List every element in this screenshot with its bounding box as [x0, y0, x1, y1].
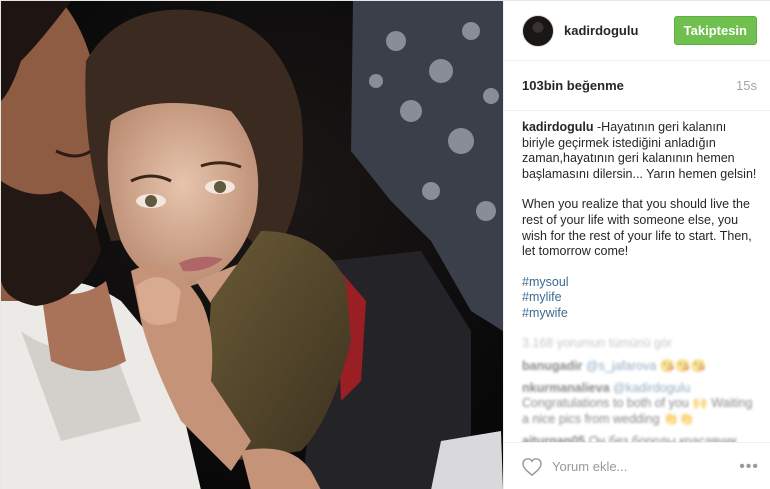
add-comment-input[interactable]: Yorum ekle...: [552, 459, 739, 474]
caption-username[interactable]: kadirdogulu: [522, 120, 594, 134]
comment-item: nkurmanalieva @kadirdogulu Congratulatio…: [522, 381, 757, 428]
comments-section: kadirdogulu -Hayatının geri kalanını bir…: [504, 111, 770, 442]
likes-row: 103bin beğenme 15s: [504, 61, 770, 111]
comment-text: Он без бороды красавчик: [588, 433, 737, 443]
post-username[interactable]: kadirdogulu: [564, 23, 674, 38]
user-avatar[interactable]: [522, 14, 554, 47]
post-age[interactable]: 15s: [736, 78, 757, 93]
load-more-comments[interactable]: 3.168 yorumun tümünü gör: [522, 336, 757, 352]
hashtag-link[interactable]: #mywife: [522, 306, 757, 322]
caption-english: When you realize that you should live th…: [522, 197, 752, 259]
comment-text: 😘😘😘: [659, 359, 707, 374]
blurred-comments: 3.168 yorumun tümünü gör banugadir @s_ja…: [522, 336, 757, 442]
post-sidebar: kadirdogulu Takiptesin 103bin beğenme 15…: [503, 1, 770, 489]
more-options-icon[interactable]: •••: [739, 458, 759, 476]
comment-username[interactable]: aiturgan05: [522, 434, 585, 443]
caption: kadirdogulu -Hayatının geri kalanını bir…: [522, 120, 757, 322]
comment-text: Congratulations to both of you 🙌 Waiting…: [522, 396, 753, 426]
comment-mention[interactable]: @s_jafarova: [586, 359, 656, 373]
comment-username[interactable]: nkurmanalieva: [522, 381, 610, 395]
comment-username[interactable]: banugadir: [522, 359, 582, 373]
hashtag-link[interactable]: #mysoul: [522, 275, 757, 291]
instagram-post: kadirdogulu Takiptesin 103bin beğenme 15…: [0, 0, 770, 489]
post-photo[interactable]: [1, 1, 503, 489]
comment-item: aiturgan05 Он без бороды красавчик: [522, 434, 757, 443]
hashtag-link[interactable]: #mylife: [522, 290, 757, 306]
comment-mention[interactable]: @kadirdogulu: [613, 381, 690, 395]
photo-illustration: [1, 1, 503, 489]
caption-turkish: kadirdogulu -Hayatının geri kalanını bir…: [522, 120, 757, 182]
post-header: kadirdogulu Takiptesin: [504, 1, 770, 61]
comment-item: banugadir @s_jafarova 😘😘😘: [522, 359, 757, 375]
follow-button[interactable]: Takiptesin: [673, 16, 757, 45]
post-footer: Yorum ekle... •••: [504, 442, 770, 489]
heart-icon[interactable]: [522, 457, 542, 476]
likes-count[interactable]: 103bin beğenme: [522, 78, 624, 93]
hashtags: #mysoul #mylife #mywife: [522, 275, 757, 322]
